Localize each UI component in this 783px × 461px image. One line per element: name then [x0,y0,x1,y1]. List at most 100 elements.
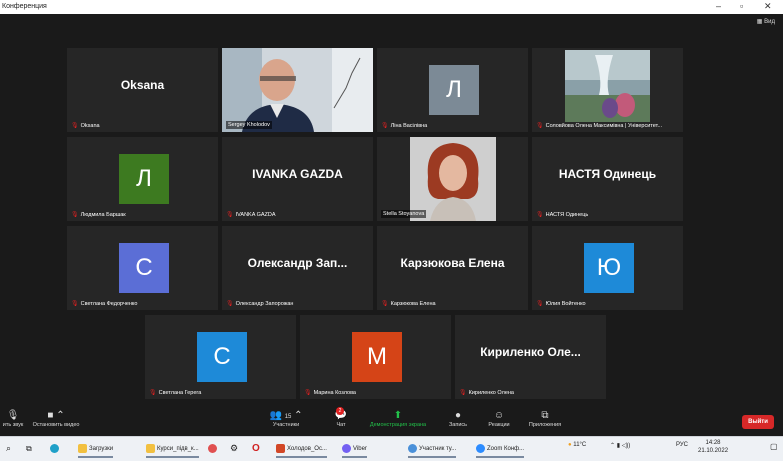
tray-icons[interactable]: ⌃ ▮ ◁)) [610,442,630,449]
mic-muted-icon: 🎙 [71,301,79,307]
participant-name-tag: 🎙 Светлана Герега [149,389,292,397]
taskbar-app-powerpoint[interactable]: Холодов_Ос... [276,441,327,458]
participant-tile[interactable]: С 🎙 Светлана Герега [145,315,296,399]
share-screen-button[interactable]: ⬆ Демонстрация экрана [362,409,434,428]
participant-label: Олександр Запорожан [235,300,294,307]
participant-label: Марина Козлова [313,389,356,396]
participant-tile[interactable]: 🎙 Соловйова Олена Максимiвна | Унiверсите… [532,48,683,132]
participant-label: IVANKA GAZDA [235,211,276,218]
taskbar-app-viber[interactable]: Viber [342,441,367,458]
search-icon[interactable]: ⌕ [6,441,11,456]
video-gallery: ▦ Вид Oksana 🎙 Oksana Sergey Kholodov Л 🎙… [0,14,783,406]
participant-tile[interactable]: Ю 🎙 Юлия Войтенко [532,226,683,310]
reactions-icon: ☺ [493,410,505,421]
participant-display-name: Карзюкова Елена [400,256,505,270]
window-title: Конференция [2,3,47,10]
apps-button[interactable]: ⧉ Приложения [522,409,568,428]
notifications-icon[interactable]: ▢ [770,442,778,451]
taskbar-app-label: Загрузки [89,445,114,452]
unmute-button[interactable]: 🎙 ить звук [0,409,26,428]
mic-muted-icon: 🎙 [149,390,157,396]
participant-tile[interactable]: М 🎙 Марина Козлова [300,315,451,399]
close-button[interactable]: ✕ [764,1,772,12]
mic-muted-icon: 🎙 [536,123,544,129]
meeting-toolbar: 🎙 ить звук ■ ⌃ Остановить видео 👥 15 ⌃ Учас… [0,406,783,436]
taskbar-app-chrome[interactable]: Участник ту... [408,441,457,458]
record-button[interactable]: ● Запись [444,409,472,428]
participant-label: Кириленко Олена [468,389,514,396]
microphone-icon: 🎙 [6,410,20,421]
task-view-icon[interactable]: ⧉ [26,441,32,456]
taskbar-app-label: Холодов_Ос... [287,445,327,452]
leave-button[interactable]: Выйти [742,415,774,429]
folder-icon [78,444,87,453]
participants-count: 15 [284,414,292,420]
avatar: М [352,332,402,382]
unmute-label: ить звук [2,422,24,428]
avatar: Ю [584,243,634,293]
settings-icon[interactable]: ⚙ [230,441,238,456]
participant-tile[interactable]: Кириленко Оле... 🎙 Кириленко Олена [455,315,606,399]
participant-display-name: Oksana [120,78,165,92]
mic-muted-icon: 🎙 [381,301,389,307]
apps-icon: ⧉ [541,410,549,421]
camera-icon: ■ ⌃ [47,410,65,421]
participant-tile[interactable]: Олександр Зап... 🎙 Олександр Запорожан [222,226,373,310]
weather-widget[interactable]: ● 11°C [568,442,586,448]
participant-display-name: Кириленко Оле... [480,345,581,359]
mic-muted-icon: 🎙 [459,390,467,396]
volume-icon: ◁)) [621,443,631,449]
participant-tile[interactable]: НАСТЯ Одинець 🎙 НАСТЯ Одинець [532,137,683,221]
clock[interactable]: 14:28 21.10.2022 [698,439,728,455]
chat-button[interactable]: 💬 2 Чат [330,407,352,428]
avatar: Л [429,65,479,115]
participant-name-tag: 🎙 Людмила Баршак [71,211,214,219]
participant-tile[interactable]: Карзюкова Елена 🎙 Карзюкова Елена [377,226,528,310]
opera-icon[interactable]: O [252,441,260,456]
powerpoint-icon [276,444,285,453]
video-feed [222,48,373,132]
participant-label: Карзюкова Елена [390,300,436,307]
participant-tile[interactable]: Oksana 🎙 Oksana [67,48,218,132]
mic-muted-icon: 🎙 [536,212,544,218]
avatar: С [119,243,169,293]
apps-label: Приложения [528,422,562,428]
avatar: Л [119,154,169,204]
participant-tile[interactable]: С 🎙 Светлана Федорченко [67,226,218,310]
participant-tile-active[interactable]: Sergey Kholodov [222,48,373,132]
maximize-button[interactable]: ▫ [740,1,743,12]
taskbar-app-folder[interactable]: Курси_підв_к... [146,441,199,458]
minimize-button[interactable]: – [716,1,721,12]
zoom-icon [476,444,485,453]
taskbar-app-zoom[interactable]: Zoom Конф... [476,441,525,458]
taskbar-app-downloads[interactable]: Загрузки [78,441,114,458]
participant-tile[interactable]: Stella Stoyanova [377,137,528,221]
participant-name-tag: 🎙 IVANKA GAZDA [226,211,369,219]
participant-tile[interactable]: Л 🎙 Лiна Васiлiвна [377,48,528,132]
participant-tile[interactable]: Л 🎙 Людмила Баршак [67,137,218,221]
taskbar-app-pin[interactable] [208,441,217,456]
participant-name-tag: Sergey Kholodov [226,121,272,129]
stop-video-button[interactable]: ■ ⌃ Остановить видео [30,409,82,428]
mic-muted-icon: 🎙 [71,212,79,218]
network-icon: ▮ [616,443,621,449]
viber-icon [342,444,351,453]
clock-date: 21.10.2022 [698,448,729,454]
reactions-button[interactable]: ☺ Реакции [484,409,514,428]
taskbar-app-label: Курси_підв_к... [157,445,199,452]
mic-muted-icon: 🎙 [226,212,234,218]
taskbar-app-label: Viber [353,445,367,452]
participants-button[interactable]: 👥 15 ⌃ Участники [266,409,306,428]
view-button[interactable]: ▦ Вид [757,18,775,25]
avatar: С [197,332,247,382]
chat-badge: 2 [336,407,344,415]
participant-name-tag: 🎙 Oksana [71,122,214,130]
participant-tile[interactable]: IVANKA GAZDA 🎙 IVANKA GAZDA [222,137,373,221]
sun-icon: ● [568,442,572,448]
language-indicator[interactable]: РУС [676,442,688,448]
mic-muted-icon: 🎙 [226,301,234,307]
participant-label: Юлия Войтенко [545,300,586,307]
participant-display-name: Олександр Зап... [247,256,348,270]
taskbar-browser[interactable] [50,441,59,456]
participant-label: Oksana [80,122,100,129]
